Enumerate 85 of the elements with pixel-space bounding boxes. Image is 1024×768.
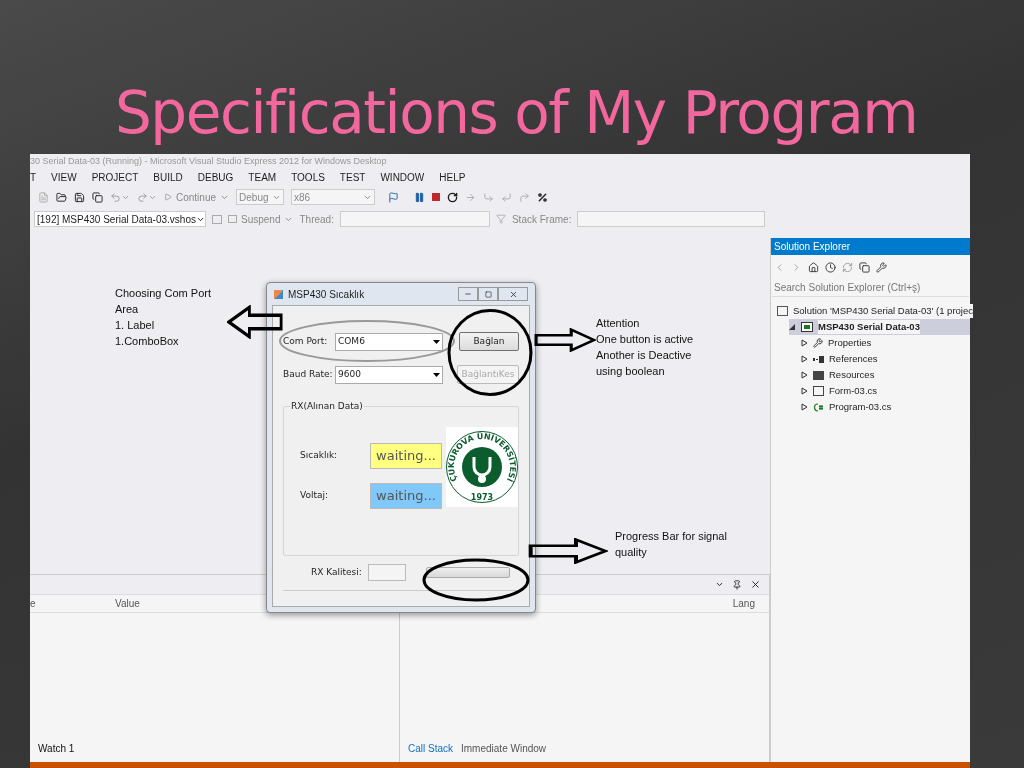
dialog-title: MSP430 Sıcaklık [288,287,365,302]
home-icon[interactable] [808,261,819,273]
expand-arrow-icon[interactable] [801,371,808,379]
window-title: 30 Serial Data-03 (Running) - Microsoft Visual Studio Express 2012 for Windows Desktop [30,156,387,166]
annotation-text: Choosing Com Port Area 1. Label 1.ComboBox [115,286,212,349]
expand-arrow-icon[interactable] [801,355,808,363]
app-icon [274,289,283,299]
field-label: Baud Rate: [283,367,334,381]
column-header: Value [115,597,140,611]
menu-item[interactable]: VIEW [51,169,77,185]
folder-icon [813,370,824,380]
column-header: Lang [732,597,755,611]
combo-box[interactable]: COM6 [335,332,443,351]
reading-label: Voltaj: [300,489,330,503]
dropdown-icon[interactable] [715,580,724,589]
tree-item[interactable]: Form-03.cs [801,383,970,399]
restart-icon[interactable] [447,191,459,203]
play-icon [164,193,172,201]
tree-item[interactable]: Program-03.cs [801,399,970,415]
menu-item[interactable]: T [30,169,37,185]
project-icon [801,322,813,332]
process-dropdown[interactable]: [192] MSP430 Serial Data-03.vshos [34,211,206,227]
pin-icon[interactable] [732,579,742,590]
open-folder-icon[interactable] [56,191,67,203]
form-icon [813,386,824,396]
panel-title-bar: Solution Explorer [771,238,970,255]
dropdown-arrow-icon[interactable] [433,339,440,344]
minimize-icon [464,290,472,298]
menu-item[interactable]: TEST [339,169,366,185]
connect-button[interactable]: Bağlan [459,332,519,351]
undo-icon[interactable] [110,191,121,203]
menu-item[interactable]: WINDOW [380,169,425,185]
close-icon [508,289,518,299]
minimize-button[interactable] [458,287,478,301]
reading-label: Sıcaklık: [300,449,339,463]
panel-tab[interactable]: Call Stack [406,741,455,756]
menu-item[interactable]: BUILD [153,169,183,185]
menu-item[interactable]: HELP [439,169,466,185]
pause-icon[interactable] [414,191,426,203]
thread-label: Thread: [299,212,334,227]
reading-value: waiting... [370,483,442,509]
reading-value: waiting... [370,443,442,469]
tree-item[interactable]: Resources [801,367,970,383]
history-icon[interactable] [825,261,836,273]
tree-item[interactable]: References [801,351,970,367]
panel-tab[interactable]: Watch 1 [36,741,77,756]
references-icon [813,355,824,363]
expand-arrow-icon[interactable] [801,403,808,411]
wrench-icon[interactable] [876,261,887,273]
hollow-arrow [534,328,596,352]
menu-item[interactable]: DEBUG [197,169,234,185]
tree-item[interactable]: Properties [801,335,970,351]
panel-tab[interactable]: Immediate Window [459,741,549,756]
refresh-icon[interactable] [842,261,853,273]
close-button[interactable] [498,287,528,301]
dropdown-arrow-icon[interactable] [433,372,440,377]
annotation-text: Attention One button is active Another is Deactive using boolean [596,316,695,379]
annotation-text: Progress Bar for signal quality [615,529,728,560]
field-label: Com Port: [283,334,329,348]
maximize-icon [484,290,492,298]
save-icon[interactable] [74,191,85,203]
rx-quality-field [367,564,406,581]
wrench-icon [813,338,823,348]
suspend-icon [228,215,237,223]
column-header: e [30,597,37,611]
hollow-arrow [227,305,283,339]
expand-arrow-icon[interactable] [801,387,808,395]
percent-icon[interactable] [537,191,549,203]
tree-item[interactable]: MSP430 Serial Data-03 [789,319,970,335]
redo-icon[interactable] [137,191,148,203]
combo-box[interactable]: 9600 [335,365,443,384]
menu-item[interactable]: TOOLS [291,169,325,185]
thread-icon[interactable] [212,214,222,224]
flag-icon[interactable] [388,191,400,203]
maximize-button[interactable] [478,287,498,301]
rx-quality-label: RX Kalitesi: [311,565,362,579]
expand-arrow-icon[interactable] [801,339,808,347]
close-icon[interactable] [750,579,761,590]
collapse-arrow-icon[interactable] [789,323,796,331]
stop-icon[interactable] [432,193,441,201]
solution-icon [777,306,788,316]
menu-item[interactable]: PROJECT [91,169,139,185]
code-file-icon [813,402,824,412]
menu-item[interactable]: TEAM [248,169,277,185]
stack-frame-label: Stack Frame: [511,212,572,227]
